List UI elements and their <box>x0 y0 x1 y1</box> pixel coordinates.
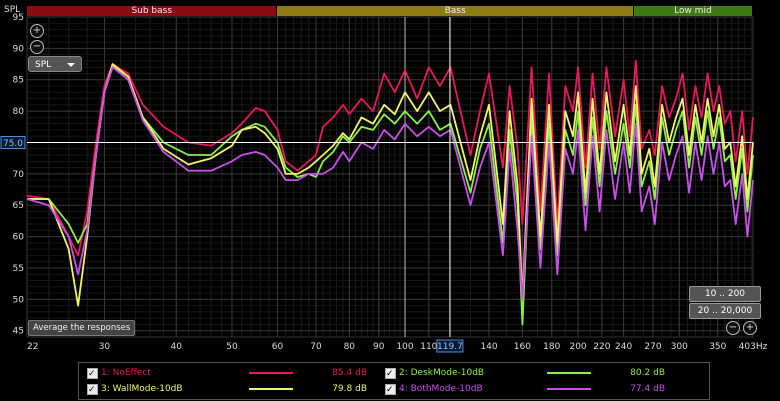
zoom-in-x-icon[interactable]: + <box>743 321 757 335</box>
spl-chart[interactable]: 22 30 40 50 60 70 80 90 100 110 140 160 180 200 220 240… <box>0 0 780 401</box>
spl-select[interactable]: SPL <box>28 56 82 72</box>
x-tick-label: 300 <box>671 342 688 352</box>
series-checkbox[interactable] <box>87 382 98 398</box>
average-responses-button[interactable]: Average the responses <box>28 320 136 336</box>
band-low-mid: Low mid <box>633 6 752 16</box>
legend: 1: NoEffect 85.4 dB 2: DeskMode-10dB 80.2 d… <box>78 362 710 400</box>
x-tick-label: 270 <box>644 342 661 352</box>
y-tick-label: 80 <box>13 107 25 117</box>
x-tick-label: 60 <box>272 342 284 352</box>
y-tick-label: 45 <box>13 327 24 337</box>
x-tick-label: 80 <box>344 342 356 352</box>
band-bass: Bass <box>277 6 633 16</box>
series-checkbox[interactable] <box>385 366 396 382</box>
x-tick-label: 180 <box>543 342 560 352</box>
legend-value: 80.2 dB <box>630 368 665 378</box>
series-checkbox[interactable] <box>385 382 396 398</box>
band-sub-bass: Sub bass <box>27 6 277 16</box>
legend-item[interactable]: 4: BothMode-10dB 77.4 dB <box>385 381 685 398</box>
x-tick-label: 100 <box>396 342 413 352</box>
zoom-out-icon[interactable]: − <box>30 40 44 54</box>
spl-select-value: SPL <box>35 60 52 70</box>
x-tick-label: 403Hz <box>739 342 768 352</box>
legend-swatch <box>547 372 591 374</box>
legend-series-name: 2: DeskMode-10dB <box>399 368 485 378</box>
legend-series-name: 4: BothMode-10dB <box>399 384 483 394</box>
legend-item[interactable]: 3: WallMode-10dB 79.8 dB <box>87 381 387 398</box>
range-20-20000-button[interactable]: 20 .. 20,000 <box>689 303 761 319</box>
legend-swatch <box>547 388 591 390</box>
x-tick-label: 220 <box>593 342 610 352</box>
y-tick-label: 60 <box>13 233 25 243</box>
legend-series-name: 3: WallMode-10dB <box>101 384 183 394</box>
x-tick-label: 350 <box>709 342 726 352</box>
x-tick-label: 200 <box>569 342 586 352</box>
cursor-x-label: 119.7 <box>437 342 463 352</box>
legend-value: 79.8 dB <box>332 384 367 394</box>
series-checkbox[interactable] <box>87 366 98 382</box>
x-tick-label: 40 <box>171 342 183 352</box>
range-10-200-button[interactable]: 10 .. 200 <box>689 286 761 302</box>
legend-swatch <box>249 388 293 390</box>
legend-swatch <box>249 372 293 374</box>
legend-item[interactable]: 1: NoEffect 85.4 dB <box>87 365 387 382</box>
legend-item[interactable]: 2: DeskMode-10dB 80.2 dB <box>385 365 685 382</box>
x-tick-label: 140 <box>480 342 497 352</box>
x-tick-label: 90 <box>373 342 385 352</box>
zoom-out-x-icon[interactable]: − <box>726 321 740 335</box>
y-tick-label: 70 <box>13 170 25 180</box>
zoom-in-icon[interactable]: + <box>30 24 44 38</box>
y-axis-label: SPL <box>4 5 20 15</box>
legend-series-name: 1: NoEffect <box>101 368 151 378</box>
legend-value: 85.4 dB <box>332 368 367 378</box>
cursor-y-label: 75.0 <box>3 139 23 149</box>
x-tick-label: 50 <box>226 342 238 352</box>
y-tick-label: 65 <box>13 201 24 211</box>
x-tick-label: 240 <box>615 342 632 352</box>
y-tick-label: 50 <box>13 295 25 305</box>
x-tick-label: 160 <box>514 342 531 352</box>
y-tick-label: 90 <box>13 44 25 54</box>
x-tick-label: 110 <box>420 342 437 352</box>
x-tick-label: 30 <box>99 342 111 352</box>
y-tick-label: 85 <box>13 76 24 86</box>
x-tick-label: 22 <box>27 342 38 352</box>
x-tick-label: 70 <box>310 342 322 352</box>
y-tick-label: 55 <box>13 264 24 274</box>
chevron-down-icon <box>67 63 75 67</box>
legend-value: 77.4 dB <box>630 384 665 394</box>
